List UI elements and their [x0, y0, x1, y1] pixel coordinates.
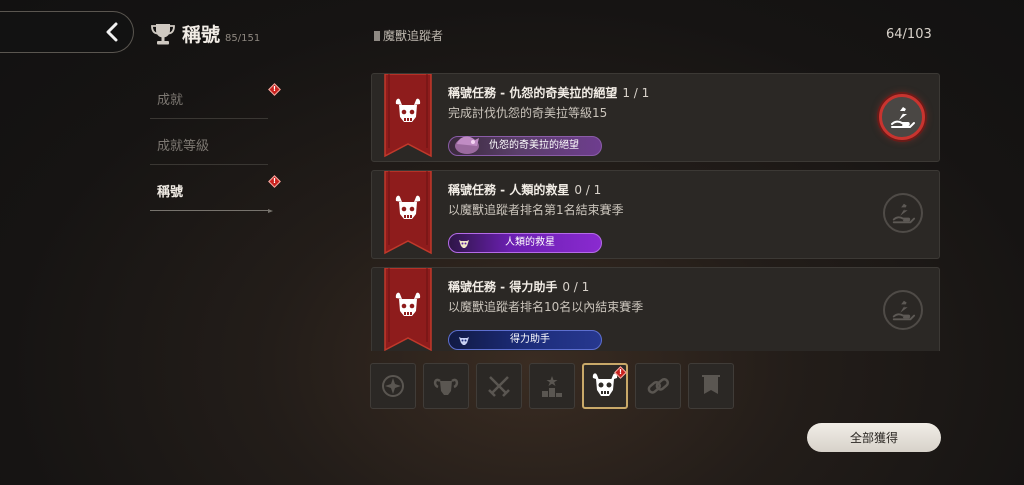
section-progress: 64/103 [886, 27, 932, 42]
bull-skull-banner-icon [384, 74, 432, 158]
chimera-art-icon [455, 136, 479, 154]
claim-reward-button[interactable] [879, 94, 925, 140]
title-tag: 仇怨的奇美拉的絕望 [448, 136, 602, 156]
title-count: 85/151 [225, 33, 261, 44]
quest-description: 以魔獸追蹤者排名第1名結束賽季 [448, 203, 624, 217]
page-header: 稱號 85/151 [150, 20, 260, 46]
hand-reward-icon [892, 203, 916, 224]
bull-skull-icon [459, 240, 469, 248]
title-quest-list[interactable]: 稱號任務 - 仇怨的奇美拉的絕望 1 / 1 完成討伐仇怨的奇美拉等級15 仇怨的… [371, 73, 941, 351]
menu-item-titles[interactable]: 稱號 ! [150, 165, 281, 213]
quest-card: 稱號任務 - 仇怨的奇美拉的絕望 1 / 1 完成討伐仇怨的奇美拉等級15 仇怨的… [371, 73, 940, 162]
quest-progress: 0 / 1 [574, 183, 602, 197]
filter-crossed-swords[interactable] [476, 363, 522, 409]
section-label: 魔獸追蹤者 [374, 27, 443, 44]
title-tag-label: 人類的救星 [505, 237, 555, 248]
bull-skull-icon [592, 373, 618, 396]
crossed-swords-icon [488, 376, 510, 397]
menu-item-label: 成就等級 [157, 139, 210, 154]
filter-bull-skull[interactable]: ! [582, 363, 628, 409]
ram-skull-icon [433, 378, 459, 395]
claim-reward-button[interactable] [883, 193, 923, 233]
hand-reward-icon [892, 300, 916, 321]
menu-item-achievement-level[interactable]: 成就等級 [150, 119, 268, 165]
back-button[interactable] [0, 11, 134, 53]
chain-link-icon [647, 378, 669, 394]
quest-description: 以魔獸追蹤者排名10名以內結束賽季 [448, 300, 644, 314]
filter-ram-skull[interactable] [423, 363, 469, 409]
side-menu: 成就 ! 成就等級 稱號 ! [150, 73, 281, 213]
quest-title: 稱號任務 - 仇怨的奇美拉的絕望 1 / 1 [448, 86, 650, 100]
menu-item-label: 成就 [157, 93, 184, 108]
quest-card: 稱號任務 - 得力助手 0 / 1 以魔獸追蹤者排名10名以內結束賽季 得力助手 [371, 267, 940, 351]
chevron-left-icon [106, 22, 118, 42]
filter-emblem[interactable] [370, 363, 416, 409]
quest-title: 稱號任務 - 得力助手 0 / 1 [448, 280, 590, 294]
banner-icon [702, 375, 720, 394]
filter-podium[interactable] [529, 363, 575, 409]
bookmark-icon [374, 30, 380, 41]
emblem-icon [382, 375, 404, 397]
bull-skull-icon [459, 337, 469, 345]
claim-reward-button[interactable] [883, 290, 923, 330]
quest-progress: 0 / 1 [562, 280, 590, 294]
title-tag: 人類的救星 [448, 233, 602, 253]
quest-card: 稱號任務 - 人類的救星 0 / 1 以魔獸追蹤者排名第1名結束賽季 人類的救星 [371, 170, 940, 259]
bull-skull-banner-icon [384, 268, 432, 351]
podium-icon [542, 376, 562, 397]
filter-chain-link[interactable] [635, 363, 681, 409]
title-tag: 得力助手 [448, 330, 602, 350]
menu-item-achievements[interactable]: 成就 ! [150, 73, 281, 119]
filter-banner[interactable] [688, 363, 734, 409]
page-title: 稱號 [182, 24, 221, 46]
title-tag-label: 仇怨的奇美拉的絕望 [489, 140, 579, 151]
bull-skull-banner-icon [384, 171, 432, 255]
active-indicator [268, 209, 273, 213]
trophy-icon [151, 24, 175, 45]
quest-progress: 1 / 1 [622, 86, 650, 100]
hand-reward-icon [891, 107, 915, 128]
title-tag-label: 得力助手 [510, 334, 550, 345]
menu-item-label: 稱號 [157, 185, 184, 200]
alert-badge: ! [268, 175, 281, 188]
claim-all-button[interactable]: 全部獲得 [807, 423, 941, 452]
quest-description: 完成討伐仇怨的奇美拉等級15 [448, 106, 608, 120]
quest-title: 稱號任務 - 人類的救星 0 / 1 [448, 183, 602, 197]
alert-badge: ! [268, 83, 281, 96]
